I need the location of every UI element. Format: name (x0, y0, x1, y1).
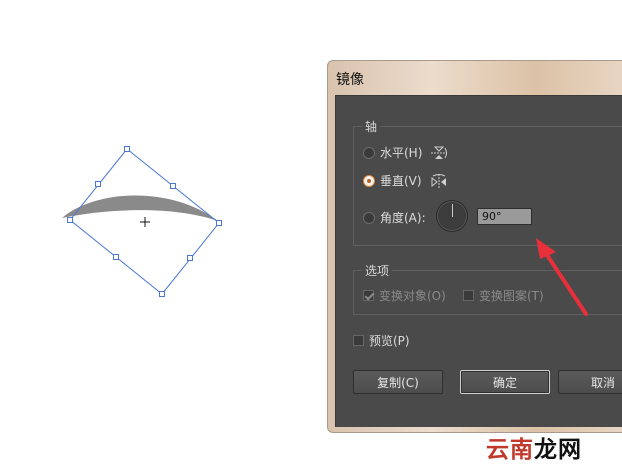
preview-option[interactable]: 预览(P) (353, 332, 410, 349)
preview-label: 预览(P) (369, 334, 410, 348)
screen: 镜像 轴 水平(H) 垂直(V) 角度(A): 90° 选项 变换对象(O) 变… (0, 0, 622, 474)
handle-right (216, 220, 222, 226)
title-bar[interactable]: 镜像 (328, 61, 622, 93)
vertical-label: 垂直(V) (380, 174, 422, 188)
transform-patterns-option[interactable]: 变换图案(T) (463, 287, 544, 304)
watermark-part2: 龙网 (534, 437, 582, 463)
transform-patterns-checkbox[interactable] (463, 290, 474, 301)
angle-input[interactable]: 90° (477, 208, 532, 225)
handle-bottom (159, 291, 165, 297)
angle-dial-hand (452, 204, 453, 217)
transform-objects-option[interactable]: 变换对象(O) (363, 287, 446, 304)
vertical-radio[interactable] (363, 174, 375, 187)
copy-button[interactable]: 复制(C) (353, 370, 443, 394)
artwork-canvas (62, 146, 222, 297)
selected-shape[interactable] (62, 195, 218, 221)
handle-bottom-left (113, 254, 119, 260)
handle-top (124, 146, 130, 152)
axis-group-label: 轴 (362, 118, 381, 135)
dialog-title: 镜像 (336, 72, 364, 88)
horizontal-radio[interactable] (363, 146, 375, 159)
ok-button[interactable]: 确定 (460, 370, 550, 394)
angle-radio[interactable] (363, 211, 375, 224)
vertical-option[interactable]: 垂直(V) (363, 172, 448, 189)
horizontal-option[interactable]: 水平(H) (363, 144, 448, 161)
transform-objects-label: 变换对象(O) (379, 289, 446, 303)
watermark: 云南龙网 (486, 430, 582, 464)
handle-top-right (170, 183, 176, 189)
transform-objects-checkbox[interactable] (363, 290, 374, 301)
transform-patterns-label: 变换图案(T) (479, 289, 544, 303)
dialog-body: 轴 水平(H) 垂直(V) 角度(A): 90° 选项 变换对象(O) 变换图案… (335, 95, 622, 427)
watermark-part1: 云南 (486, 437, 534, 463)
vertical-axis-icon (431, 173, 446, 188)
handle-top-left (95, 181, 101, 187)
angle-option[interactable]: 角度(A): (363, 209, 426, 226)
cancel-button[interactable]: 取消 (558, 370, 622, 394)
handle-bottom-right (187, 255, 193, 261)
reflect-dialog: 镜像 轴 水平(H) 垂直(V) 角度(A): 90° 选项 变换对象(O) 变… (327, 60, 622, 433)
options-group-label: 选项 (362, 262, 393, 279)
center-point (140, 217, 150, 227)
angle-label: 角度(A): (380, 211, 426, 225)
horizontal-label: 水平(H) (380, 146, 423, 160)
horizontal-axis-icon (431, 146, 448, 159)
angle-dial[interactable] (436, 200, 468, 232)
preview-checkbox[interactable] (353, 335, 364, 346)
handle-left (67, 217, 73, 223)
